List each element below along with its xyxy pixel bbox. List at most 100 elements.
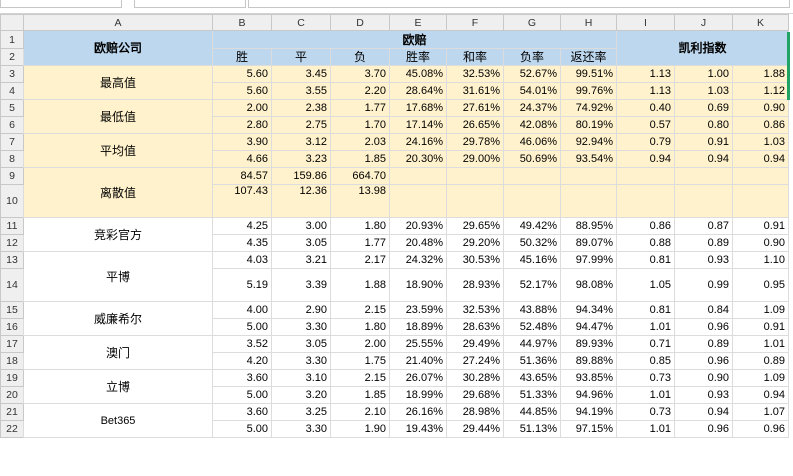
data-cell[interactable]: 3.30 [271,352,331,370]
data-cell[interactable]: 0.91 [674,133,733,151]
data-cell[interactable]: 0.73 [616,369,675,387]
data-cell[interactable]: 0.86 [616,217,675,235]
data-cell[interactable]: 2.00 [212,99,272,117]
data-cell[interactable]: 74.92% [560,99,617,117]
data-cell[interactable] [674,167,733,185]
data-cell[interactable]: 13.98 [330,184,390,218]
data-cell[interactable]: 3.10 [271,369,331,387]
data-cell[interactable]: 0.90 [732,234,789,252]
data-cell[interactable]: 0.94 [616,150,675,168]
data-cell[interactable]: 2.15 [330,301,390,319]
data-cell[interactable]: 1.12 [732,82,789,100]
column-header[interactable]: D [330,14,390,31]
row-header[interactable]: 12 [0,234,24,252]
data-cell[interactable]: 32.53% [446,301,504,319]
data-cell[interactable]: 3.20 [271,386,331,404]
data-cell[interactable]: 24.32% [389,251,447,269]
data-cell[interactable]: 30.28% [446,369,504,387]
data-cell[interactable]: 3.00 [271,217,331,235]
company-label-cell[interactable]: 竞彩官方 [23,217,213,252]
data-cell[interactable]: 32.53% [446,65,504,83]
column-header[interactable]: H [560,14,617,31]
data-cell[interactable]: 3.05 [271,335,331,353]
data-cell[interactable]: 3.39 [271,268,331,302]
data-cell[interactable]: 2.03 [330,133,390,151]
data-cell[interactable]: 51.36% [503,352,561,370]
data-cell[interactable]: 107.43 [212,184,272,218]
data-cell[interactable]: 51.33% [503,386,561,404]
data-cell[interactable] [616,167,675,185]
data-cell[interactable]: 0.85 [616,352,675,370]
function-box[interactable] [134,0,246,8]
data-cell[interactable]: 0.81 [616,301,675,319]
data-cell[interactable]: 2.20 [330,82,390,100]
data-cell[interactable]: 5.60 [212,82,272,100]
data-cell[interactable]: 0.96 [674,420,733,438]
data-cell[interactable]: 17.14% [389,116,447,134]
data-cell[interactable]: 0.99 [674,268,733,302]
data-cell[interactable]: 0.84 [674,301,733,319]
column-header[interactable]: F [446,14,504,31]
data-cell[interactable]: 1.13 [616,65,675,83]
data-cell[interactable]: 3.23 [271,150,331,168]
data-cell[interactable]: 29.65% [446,217,504,235]
row-header[interactable]: 19 [0,369,24,387]
subheader-cell[interactable]: 平 [271,48,331,66]
data-cell[interactable]: 0.71 [616,335,675,353]
kelly-header[interactable]: 凯利指数 [616,30,789,66]
data-cell[interactable]: 43.88% [503,301,561,319]
subheader-cell[interactable]: 负 [330,48,390,66]
data-cell[interactable]: 159.86 [271,167,331,185]
data-cell[interactable]: 0.79 [616,133,675,151]
data-cell[interactable]: 29.20% [446,234,504,252]
data-cell[interactable] [616,184,675,218]
data-cell[interactable]: 0.87 [674,217,733,235]
row-header[interactable]: 1 [0,30,24,49]
data-cell[interactable]: 18.89% [389,318,447,336]
data-cell[interactable]: 20.93% [389,217,447,235]
data-cell[interactable]: 2.10 [330,403,390,421]
data-cell[interactable] [674,184,733,218]
data-cell[interactable]: 88.95% [560,217,617,235]
data-cell[interactable]: 1.09 [732,301,789,319]
data-cell[interactable]: 664.70 [330,167,390,185]
data-cell[interactable]: 0.88 [616,234,675,252]
data-cell[interactable] [389,167,447,185]
column-header[interactable]: I [616,14,675,31]
data-cell[interactable]: 94.96% [560,386,617,404]
data-cell[interactable]: 1.80 [330,217,390,235]
data-cell[interactable]: 5.00 [212,318,272,336]
data-cell[interactable]: 50.32% [503,234,561,252]
data-cell[interactable]: 0.96 [674,318,733,336]
row-header[interactable]: 17 [0,335,24,353]
data-cell[interactable]: 1.01 [616,420,675,438]
data-cell[interactable]: 29.78% [446,133,504,151]
data-cell[interactable]: 0.81 [616,251,675,269]
row-header[interactable]: 8 [0,150,24,168]
data-cell[interactable] [446,167,504,185]
data-cell[interactable]: 2.15 [330,369,390,387]
data-cell[interactable]: 94.47% [560,318,617,336]
data-cell[interactable]: 1.13 [616,82,675,100]
data-cell[interactable]: 3.05 [271,234,331,252]
data-cell[interactable]: 3.70 [330,65,390,83]
data-cell[interactable]: 29.49% [446,335,504,353]
data-cell[interactable]: 51.13% [503,420,561,438]
column-header[interactable]: J [674,14,733,31]
data-cell[interactable]: 30.53% [446,251,504,269]
data-cell[interactable]: 18.99% [389,386,447,404]
data-cell[interactable]: 28.98% [446,403,504,421]
data-cell[interactable]: 26.07% [389,369,447,387]
data-cell[interactable]: 45.08% [389,65,447,83]
row-header[interactable]: 5 [0,99,24,117]
data-cell[interactable] [503,184,561,218]
data-cell[interactable]: 89.07% [560,234,617,252]
data-cell[interactable]: 27.61% [446,99,504,117]
formula-input[interactable] [248,0,790,8]
data-cell[interactable]: 1.10 [732,251,789,269]
data-cell[interactable]: 31.61% [446,82,504,100]
data-cell[interactable] [560,184,617,218]
data-cell[interactable]: 0.90 [674,369,733,387]
data-cell[interactable]: 0.73 [616,403,675,421]
data-cell[interactable]: 0.69 [674,99,733,117]
